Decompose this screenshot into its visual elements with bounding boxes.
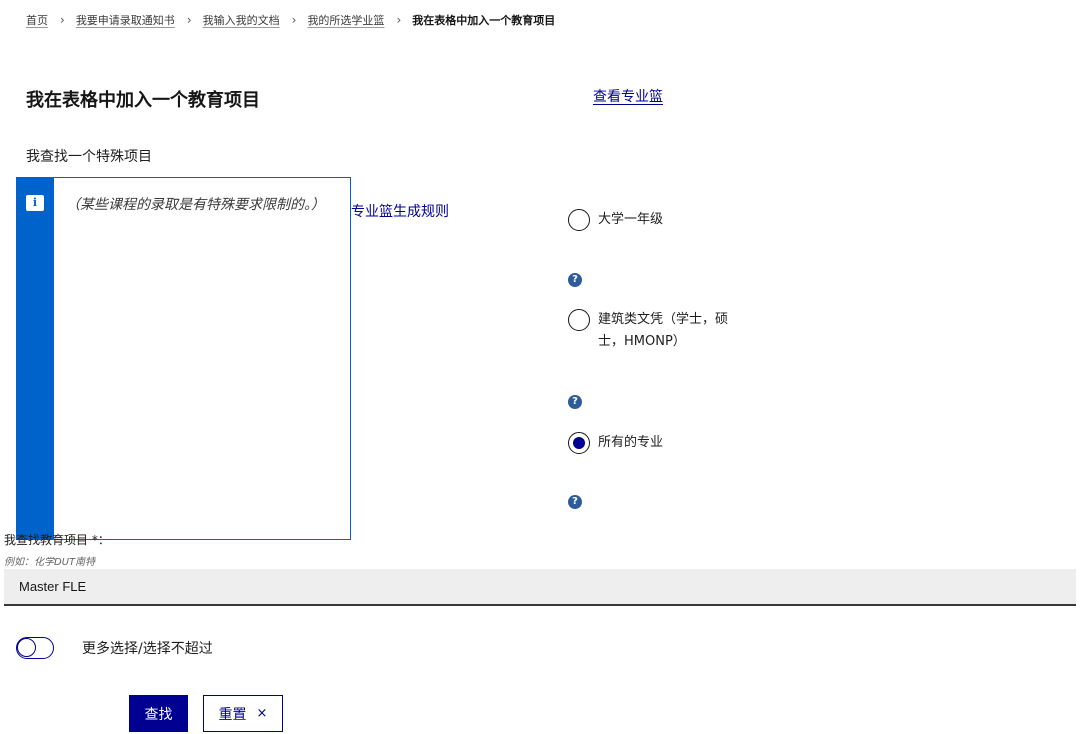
help-icon[interactable]: ? — [568, 495, 582, 509]
breadcrumb-home[interactable]: 首页 — [26, 12, 48, 28]
program-field-hint: 例如：化学DUT南特 — [4, 557, 96, 568]
section-label: 我查找一个特殊项目 — [26, 149, 152, 165]
basket-rules-link[interactable]: 专业篮生成规则 — [351, 201, 449, 221]
breadcrumb-separator-icon: › — [396, 13, 402, 27]
more-choices-toggle[interactable] — [16, 637, 54, 659]
search-button[interactable]: 查找 — [129, 695, 188, 732]
breadcrumb-basket[interactable]: 我的所选学业篮 — [307, 12, 384, 28]
program-search-input[interactable] — [4, 569, 1076, 606]
radio-first-year[interactable]: 大学一年级 — [568, 209, 663, 231]
radio-label: 大学一年级 — [598, 212, 664, 227]
info-icon: i — [26, 195, 44, 211]
help-icon[interactable]: ? — [568, 395, 582, 409]
info-callout-bar: i — [17, 178, 54, 539]
breadcrumb-current: 我在表格中加入一个教育项目 — [412, 14, 556, 27]
radio-button[interactable] — [568, 309, 590, 331]
radio-label: 建筑类文凭（学士，硕士，HMONP） — [598, 312, 729, 349]
program-field-label: 我查找教育项目 *： — [4, 533, 110, 547]
breadcrumb-documents[interactable]: 我输入我的文档 — [203, 12, 280, 28]
view-basket-link[interactable]: 查看专业篮 — [593, 86, 663, 106]
more-choices-label: 更多选择/选择不超过 — [82, 641, 213, 657]
radio-button[interactable] — [568, 432, 590, 454]
radio-button[interactable] — [568, 209, 590, 231]
reset-button[interactable]: 重置 × — [203, 695, 283, 732]
radio-all-programs[interactable]: 所有的专业 — [568, 432, 663, 454]
help-icon[interactable]: ? — [568, 273, 582, 287]
breadcrumb-apply[interactable]: 我要申请录取通知书 — [76, 12, 175, 28]
radio-label: 所有的专业 — [598, 435, 664, 450]
breadcrumb-separator-icon: › — [186, 13, 192, 27]
breadcrumb-separator-icon: › — [60, 13, 65, 27]
info-callout-text: （某些课程的录取是有特殊要求限制的。） — [66, 197, 325, 213]
breadcrumb: 首页 › 我要申请录取通知书 › 我输入我的文档 › 我的所选学业篮 › 我在表… — [26, 12, 555, 28]
radio-selected-dot — [573, 437, 585, 449]
toggle-knob — [17, 638, 36, 657]
info-callout: i （某些课程的录取是有特殊要求限制的。） — [16, 177, 351, 540]
breadcrumb-separator-icon: › — [291, 13, 297, 27]
radio-architecture[interactable]: 建筑类文凭（学士，硕士，HMONP） — [568, 309, 738, 353]
close-icon: × — [256, 706, 268, 721]
reset-label: 重置 — [218, 706, 247, 723]
page-title: 我在表格中加入一个教育项目 — [26, 90, 260, 111]
